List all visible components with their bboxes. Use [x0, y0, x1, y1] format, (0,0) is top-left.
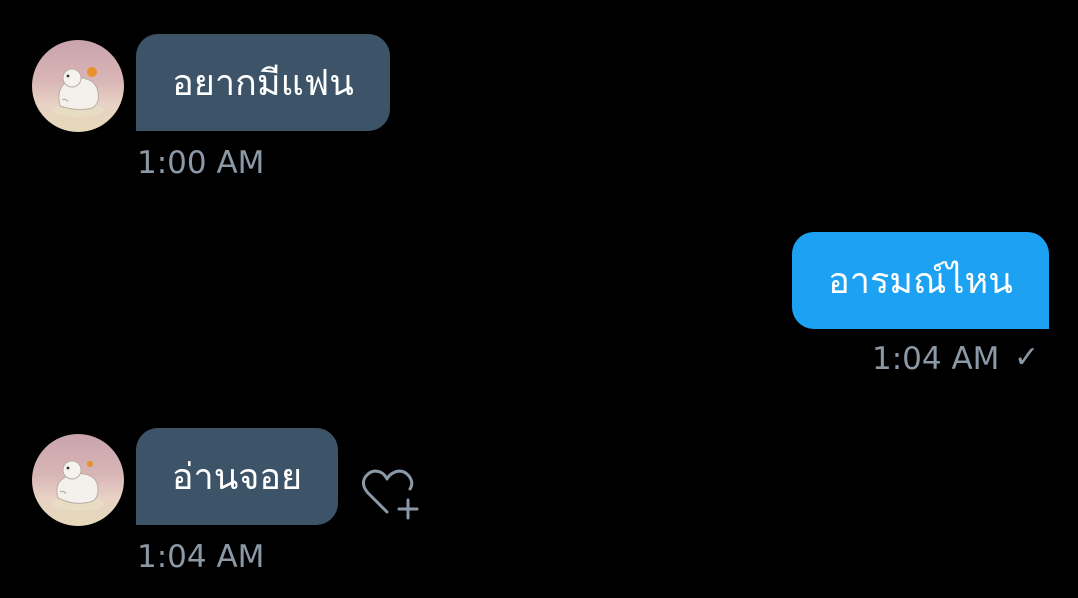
message-bubble-sent[interactable]: อารมณ์ไหน	[792, 232, 1049, 329]
heart-plus-icon	[361, 469, 419, 520]
hamster-avatar-icon	[52, 460, 104, 511]
message-text: อารมณ์ไหน	[828, 261, 1013, 302]
message-timestamp: 1:04 AM	[872, 341, 1000, 377]
hamster-avatar-icon	[52, 67, 104, 117]
contact-avatar[interactable]	[32, 40, 124, 132]
contact-avatar[interactable]	[32, 434, 124, 526]
message-bubble-received[interactable]: อ่านจอย	[136, 428, 338, 525]
message-text: อ่านจอย	[171, 457, 303, 498]
message-timestamp: 1:00 AM	[137, 145, 265, 181]
conversation-view: อยากมีแฟน 1:00 AM อารมณ์ไหน 1:04 AM ✓ อ่…	[0, 0, 1078, 598]
message-timestamp: 1:04 AM	[137, 539, 265, 575]
add-reaction-button[interactable]	[358, 462, 420, 524]
checkmark-icon: ✓	[1014, 340, 1040, 375]
message-bubble-received[interactable]: อยากมีแฟน	[136, 34, 390, 131]
message-text: อยากมีแฟน	[172, 63, 354, 104]
